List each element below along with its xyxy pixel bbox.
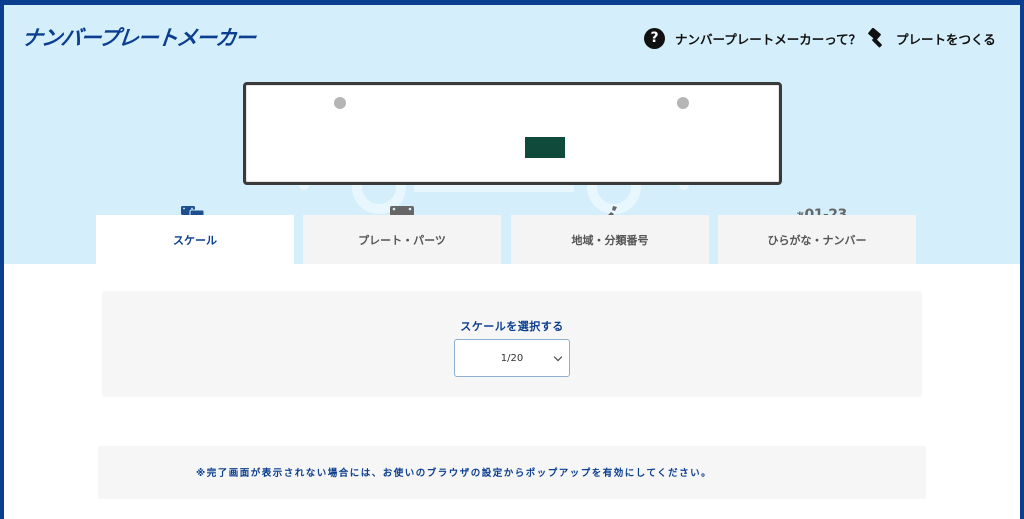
nav-about-link[interactable]: ? ナンバープレートメーカーって？ [644, 27, 861, 49]
scale-panel-title: スケールを選択する [460, 320, 564, 333]
plate-bolt-left [334, 97, 346, 109]
popup-notice: ※完了画面が表示されない場合には、お使いのブラウザの設定からポップアップを有効に… [98, 446, 926, 499]
tab-plate-parts-label: プレート・パーツ [358, 233, 446, 247]
scale-select-value: 1/20 [500, 352, 524, 364]
scale-panel: スケールを選択する 1/20 [102, 291, 922, 397]
hammer-icon [868, 28, 882, 48]
scale-select[interactable]: 1/20 [454, 339, 570, 377]
tab-scale-label: スケール [173, 233, 217, 247]
question-icon: ? [644, 27, 665, 49]
plate-bolt-right [677, 97, 689, 109]
tab-region-class-label: 地域・分類番号 [571, 233, 649, 247]
plate-preview [243, 82, 782, 185]
tab-hiragana-number-label: ひらがな・ナンバー [767, 233, 867, 247]
tab-hiragana-number[interactable]: ひらがな・ナンバー [718, 215, 916, 264]
site-logo[interactable]: ナンバープレートメーカー [20, 22, 256, 52]
nav-about-label: ナンバープレートメーカーって？ [675, 31, 862, 47]
tab-region-class[interactable]: 地域・分類番号 [511, 215, 709, 264]
page-frame: ナンバープレートメーカー ? ナンバープレートメーカーって？ プレートをつくる [4, 5, 1020, 519]
nav-make-label: プレートをつくる [896, 31, 996, 47]
tab-plate-parts[interactable]: プレート・パーツ [303, 215, 501, 264]
popup-notice-text: ※完了画面が表示されない場合には、お使いのブラウザの設定からポップアップを有効に… [196, 468, 713, 479]
chevron-down-icon [553, 352, 563, 362]
plate-mark [525, 137, 565, 158]
tab-scale[interactable]: スケール [96, 215, 294, 264]
nav-make-plate-link[interactable]: プレートをつくる [866, 27, 996, 49]
